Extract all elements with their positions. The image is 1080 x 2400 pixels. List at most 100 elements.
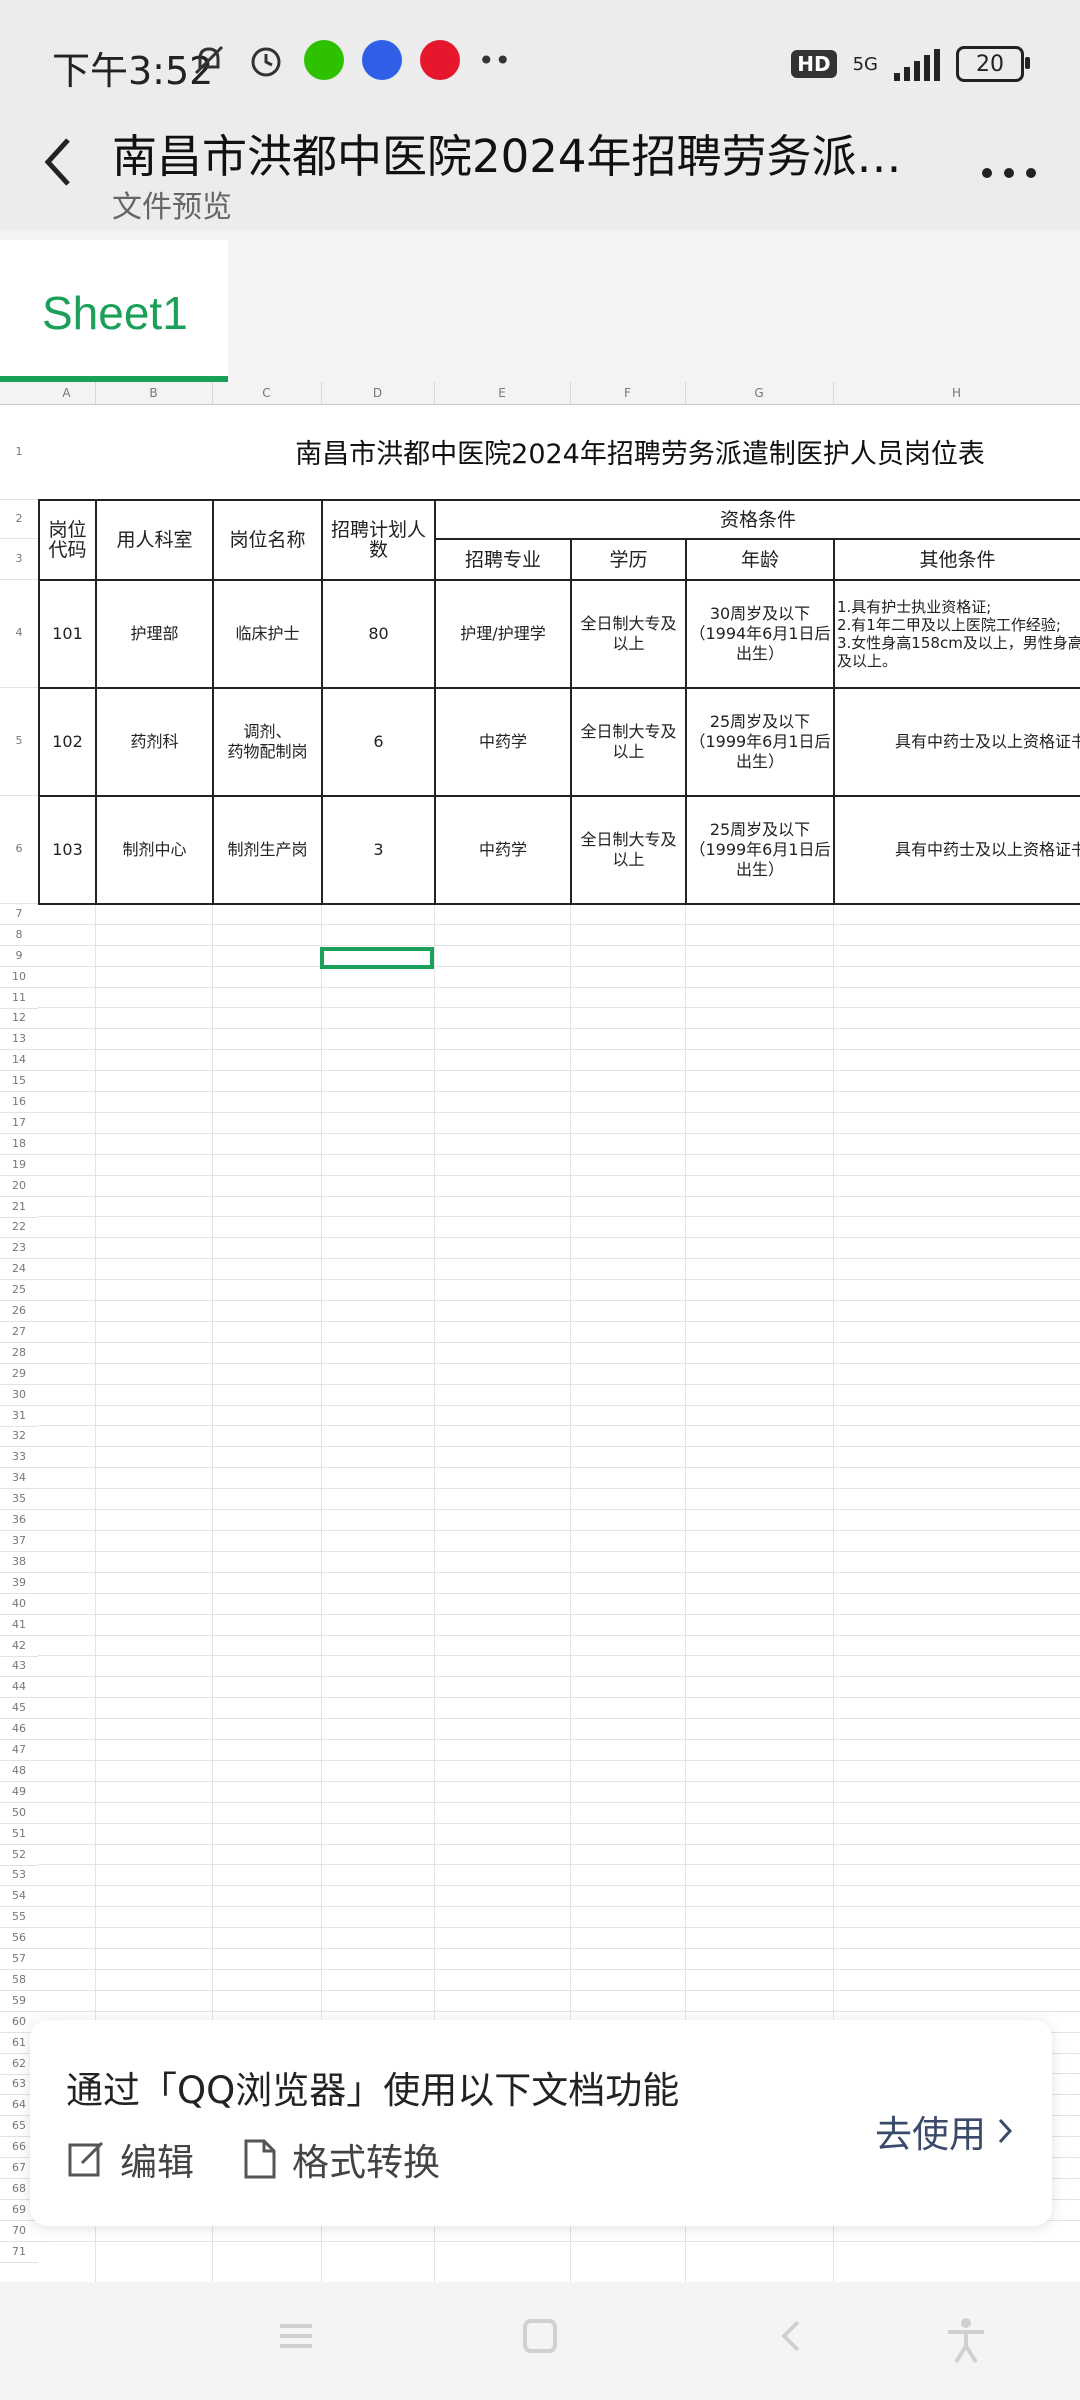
cell-age[interactable]: 25周岁及以下（1999年6月1日后出生） (687, 689, 833, 795)
cell-count[interactable]: 80 (323, 581, 434, 687)
qq-browser-banner[interactable]: 通过「QQ浏览器」使用以下文档功能 编辑 格式转换 去使用 (30, 2020, 1052, 2226)
row-header[interactable]: 9 (0, 945, 38, 967)
column-header[interactable]: F (570, 382, 686, 404)
row-header[interactable]: 58 (0, 1969, 38, 1991)
row-header[interactable]: 44 (0, 1676, 38, 1698)
row-header[interactable]: 45 (0, 1697, 38, 1719)
row-header[interactable]: 32 (0, 1425, 38, 1447)
header-other[interactable]: 其他条件 (835, 540, 1080, 579)
row-header[interactable]: 8 (0, 924, 38, 946)
row-header[interactable]: 54 (0, 1885, 38, 1907)
cell-other[interactable]: 具有中药士及以上资格证书 (835, 689, 1080, 795)
row-header[interactable]: 3 (0, 538, 38, 580)
row-header[interactable]: 38 (0, 1551, 38, 1573)
row-header[interactable]: 55 (0, 1906, 38, 1928)
row-header[interactable]: 51 (0, 1823, 38, 1845)
back-nav-icon[interactable] (768, 2316, 816, 2364)
cell-post[interactable]: 制剂生产岗 (214, 797, 321, 903)
row-header[interactable]: 23 (0, 1237, 38, 1259)
row-header[interactable]: 13 (0, 1028, 38, 1050)
cell-age[interactable]: 25周岁及以下（1999年6月1日后出生） (687, 797, 833, 903)
cell-education[interactable]: 全日制大专及以上 (572, 689, 685, 795)
row-header[interactable]: 37 (0, 1530, 38, 1552)
edit-button[interactable]: 编辑 (66, 2132, 194, 2186)
column-header[interactable]: H (833, 382, 1080, 404)
row-header[interactable]: 22 (0, 1216, 38, 1238)
row-header[interactable]: 28 (0, 1342, 38, 1364)
row-header[interactable]: 19 (0, 1154, 38, 1176)
accessibility-icon[interactable] (942, 2316, 990, 2364)
row-header[interactable]: 70 (0, 2220, 38, 2242)
cell-major[interactable]: 中药学 (436, 797, 570, 903)
cell-post[interactable]: 调剂、 药物配制岗 (214, 689, 321, 795)
row-header[interactable]: 57 (0, 1948, 38, 1970)
row-header[interactable]: 16 (0, 1091, 38, 1113)
row-header[interactable]: 50 (0, 1802, 38, 1824)
row-header[interactable]: 17 (0, 1112, 38, 1134)
column-header[interactable]: B (95, 382, 213, 404)
row-header[interactable]: 21 (0, 1196, 38, 1218)
tab-sheet1[interactable]: Sheet1 (0, 240, 228, 382)
row-header[interactable]: 41 (0, 1614, 38, 1636)
row-header[interactable]: 5 (0, 687, 38, 796)
column-header[interactable]: E (434, 382, 571, 404)
row-header[interactable]: 4 (0, 579, 38, 688)
row-header[interactable]: 12 (0, 1007, 38, 1029)
row-header[interactable]: 59 (0, 1990, 38, 2012)
format-convert-button[interactable]: 格式转换 (242, 2132, 440, 2186)
row-header[interactable]: 47 (0, 1739, 38, 1761)
column-header[interactable]: D (321, 382, 435, 404)
go-use-button[interactable]: 去使用 (875, 2104, 1014, 2158)
cell-post[interactable]: 临床护士 (214, 581, 321, 687)
row-header[interactable]: 25 (0, 1279, 38, 1301)
header-qualifications[interactable]: 资格条件 (436, 501, 1080, 538)
cell-code[interactable]: 103 (40, 797, 95, 903)
header-post[interactable]: 岗位名称 (214, 501, 321, 579)
row-header[interactable]: 29 (0, 1363, 38, 1385)
row-header[interactable]: 46 (0, 1718, 38, 1740)
row-header[interactable]: 27 (0, 1321, 38, 1343)
row-header[interactable]: 56 (0, 1927, 38, 1949)
row-header[interactable]: 10 (0, 966, 38, 988)
column-header[interactable]: A (38, 382, 96, 404)
header-count[interactable]: 招聘计划人数 (323, 501, 434, 579)
row-header[interactable]: 71 (0, 2241, 38, 2263)
cell-dept[interactable]: 药剂科 (97, 689, 212, 795)
cell-major[interactable]: 中药学 (436, 689, 570, 795)
row-header[interactable]: 6 (0, 795, 38, 904)
row-header[interactable]: 11 (0, 987, 38, 1009)
row-header[interactable]: 39 (0, 1572, 38, 1594)
row-header[interactable]: 52 (0, 1844, 38, 1866)
row-header[interactable]: 7 (0, 903, 38, 925)
row-header[interactable]: 34 (0, 1467, 38, 1489)
cell-education[interactable]: 全日制大专及以上 (572, 581, 685, 687)
menu-nav-icon[interactable] (272, 2316, 320, 2364)
row-header[interactable]: 48 (0, 1760, 38, 1782)
more-options-button[interactable] (974, 132, 1044, 192)
row-header[interactable]: 14 (0, 1049, 38, 1071)
cell-major[interactable]: 护理/护理学 (436, 581, 570, 687)
cell-other[interactable]: 具有中药士及以上资格证书 (835, 797, 1080, 903)
cell-education[interactable]: 全日制大专及以上 (572, 797, 685, 903)
row-header[interactable]: 33 (0, 1446, 38, 1468)
spreadsheet-view[interactable]: A B C D E F G H 1 2 3 4 5 6 7 8 9 10 11 12 13 14 15 16 1… (0, 382, 1080, 2282)
row-header[interactable]: 31 (0, 1405, 38, 1427)
cell-code[interactable]: 102 (40, 689, 95, 795)
row-header[interactable]: 35 (0, 1488, 38, 1510)
row-header[interactable]: 40 (0, 1593, 38, 1615)
cell-dept[interactable]: 护理部 (97, 581, 212, 687)
row-header[interactable]: 43 (0, 1655, 38, 1677)
row-header[interactable]: 53 (0, 1864, 38, 1886)
header-major[interactable]: 招聘专业 (436, 540, 570, 579)
row-header[interactable]: 49 (0, 1781, 38, 1803)
row-header[interactable]: 24 (0, 1258, 38, 1280)
cell-age[interactable]: 30周岁及以下（1994年6月1日后出生） (687, 581, 833, 687)
column-header[interactable]: G (685, 382, 834, 404)
header-code[interactable]: 岗位代码 (40, 501, 95, 579)
header-dept[interactable]: 用人科室 (97, 501, 212, 579)
row-header[interactable]: 30 (0, 1384, 38, 1406)
cell-count[interactable]: 6 (323, 689, 434, 795)
cell-other[interactable]: 1.具有护士执业资格证; 2.有1年二甲及以上医院工作经验; 3.女性身高158… (835, 581, 1080, 687)
column-header[interactable]: C (212, 382, 322, 404)
home-nav-icon[interactable] (516, 2316, 564, 2364)
